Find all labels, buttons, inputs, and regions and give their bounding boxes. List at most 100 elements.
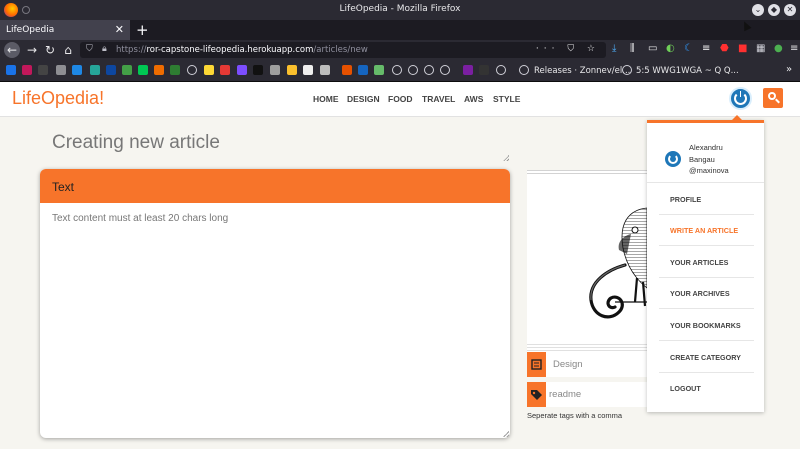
address-bar[interactable]: ⛉ 🔒︎ https://ror-capstone-lifeopedia.her… <box>80 42 606 58</box>
menu-item-your-articles[interactable]: YOUR ARTICLES <box>659 247 754 278</box>
bookmark-icon[interactable] <box>154 65 164 75</box>
nav-food[interactable]: FOOD <box>388 94 413 104</box>
nav-design[interactable]: DESIGN <box>347 94 380 104</box>
bookmark-icon[interactable] <box>374 65 384 75</box>
bookmark-icon[interactable] <box>22 65 32 75</box>
extension-icon[interactable]: ≡ <box>702 43 710 54</box>
user-handle: @maxinova <box>689 166 729 175</box>
menu-icon[interactable]: ≡ <box>790 43 798 54</box>
bookmark-icon[interactable] <box>220 65 230 75</box>
bookmark-icon[interactable] <box>38 65 48 75</box>
bookmark-icon[interactable] <box>303 65 313 75</box>
bookmark-icon[interactable] <box>170 65 180 75</box>
user-dropdown-menu: Alexandru Bangau @maxinova PROFILE WRITE… <box>647 115 764 412</box>
close-window-icon[interactable]: ✕ <box>784 4 796 16</box>
bookmark-icon[interactable] <box>138 65 148 75</box>
bookmark-icon[interactable] <box>122 65 132 75</box>
user-name: Alexandru Bangau @maxinova <box>689 142 759 177</box>
extension-icon[interactable]: ● <box>774 43 783 54</box>
user-last-name: Bangau <box>689 154 715 164</box>
menu-item-write-article[interactable]: WRITE AN ARTICLE <box>659 215 754 246</box>
home-icon[interactable]: ⌂ <box>60 42 76 58</box>
bookmark-icon[interactable] <box>320 65 330 75</box>
site-logo[interactable]: LifeOpedia! <box>12 88 104 109</box>
tab-label: LifeOpedia <box>6 25 55 35</box>
nav-travel[interactable]: TRAVEL <box>422 94 455 104</box>
url-text[interactable]: https://ror-capstone-lifeopedia.herokuap… <box>116 45 368 55</box>
nav-aws[interactable]: AWS <box>464 94 483 104</box>
globe-icon[interactable] <box>424 65 434 75</box>
forward-icon[interactable]: → <box>24 42 40 58</box>
tab-strip: LifeOpedia ✕ + <box>0 20 800 40</box>
user-card[interactable]: Alexandru Bangau @maxinova <box>647 123 764 183</box>
extension-icon[interactable]: ☾ <box>684 43 693 54</box>
downloads-icon[interactable]: ⤓ <box>612 43 616 54</box>
ublock-icon[interactable]: ⬣ <box>720 43 729 54</box>
tags-input[interactable]: readme <box>527 382 647 407</box>
article-image-preview[interactable] <box>527 170 647 353</box>
globe-icon[interactable] <box>408 65 418 75</box>
nav-home[interactable]: HOME <box>313 94 339 104</box>
menu-item-your-bookmarks[interactable]: YOUR BOOKMARKS <box>659 310 754 341</box>
extension-icon[interactable]: ▦ <box>756 43 765 54</box>
category-select[interactable]: Design <box>527 352 647 377</box>
title-placeholder: Creating new article <box>52 132 220 153</box>
new-tab-icon[interactable]: + <box>136 21 149 39</box>
menu-item-logout[interactable]: LOGOUT <box>659 373 754 404</box>
tags-value: readme <box>549 389 582 400</box>
article-text-card: Text Text content must at least 20 chars… <box>40 169 510 438</box>
bookmark-icon[interactable] <box>90 65 100 75</box>
user-avatar-button[interactable] <box>729 87 752 110</box>
bookmark-icon[interactable] <box>479 65 489 75</box>
bookmark-icon[interactable] <box>287 65 297 75</box>
globe-icon[interactable] <box>519 65 529 75</box>
lock-icon[interactable]: 🔒︎ <box>102 44 107 54</box>
bookmark-icon[interactable] <box>253 65 263 75</box>
bookmark-icon[interactable] <box>237 65 247 75</box>
globe-icon[interactable] <box>392 65 402 75</box>
minimize-icon[interactable]: ⌄ <box>752 4 764 16</box>
user-first-name: Alexandru <box>689 143 723 152</box>
bookmark-icon[interactable] <box>56 65 66 75</box>
bookmark-icon[interactable] <box>270 65 280 75</box>
resize-handle-icon[interactable] <box>503 431 509 437</box>
search-button[interactable] <box>763 88 783 108</box>
bookmark-icon[interactable] <box>342 65 352 75</box>
close-tab-icon[interactable]: ✕ <box>115 23 124 36</box>
bookmark-releases[interactable]: Releases · Zonnev/el... <box>534 66 630 76</box>
globe-icon[interactable] <box>440 65 450 75</box>
bookmark-icon[interactable] <box>6 65 16 75</box>
bookmark-icon[interactable] <box>358 65 368 75</box>
article-title-input[interactable]: Creating new article <box>40 125 510 163</box>
globe-icon[interactable] <box>496 65 506 75</box>
bookmarks-bar: Releases · Zonnev/el... 5:5 WWG1WGA ~ Q … <box>0 60 800 82</box>
bookmark-icon[interactable] <box>463 65 473 75</box>
resize-handle-icon[interactable] <box>503 155 509 161</box>
library-icon[interactable]: ⫼ <box>630 43 635 54</box>
back-icon[interactable]: ← <box>4 42 20 58</box>
page-actions-icon[interactable]: ··· ⛉ ☆ <box>536 44 600 54</box>
menu-item-create-category[interactable]: CREATE CATEGORY <box>659 342 754 373</box>
text-placeholder: Text content must at least 20 chars long <box>52 213 229 224</box>
bookmark-icon[interactable] <box>204 65 214 75</box>
bookmark-wwg[interactable]: 5:5 WWG1WGA ~ Q Q... <box>636 66 739 76</box>
list-icon <box>527 352 546 377</box>
nav-style[interactable]: STYLE <box>493 94 520 104</box>
text-card-header: Text <box>40 169 510 203</box>
menu-item-your-archives[interactable]: YOUR ARCHIVES <box>659 278 754 309</box>
reload-icon[interactable]: ↻ <box>42 42 58 58</box>
globe-icon[interactable] <box>622 65 632 75</box>
extension-icon[interactable]: ■ <box>738 43 747 54</box>
menu-item-profile[interactable]: PROFILE <box>659 184 754 215</box>
extension-icon[interactable]: ◐ <box>666 43 675 54</box>
maximize-icon[interactable]: ◆ <box>768 4 780 16</box>
globe-icon[interactable] <box>187 65 197 75</box>
chameleon-image <box>527 170 647 353</box>
tab-lifeopedia[interactable]: LifeOpedia ✕ <box>0 20 130 40</box>
bookmark-icon[interactable] <box>106 65 116 75</box>
article-text-input[interactable]: Text content must at least 20 chars long <box>40 203 510 234</box>
more-bookmarks-icon[interactable]: » <box>786 64 792 75</box>
tracking-shield-icon[interactable]: ⛉ <box>86 44 93 54</box>
bookmark-icon[interactable] <box>72 65 82 75</box>
sidebar-icon[interactable]: ▭ <box>648 43 657 54</box>
